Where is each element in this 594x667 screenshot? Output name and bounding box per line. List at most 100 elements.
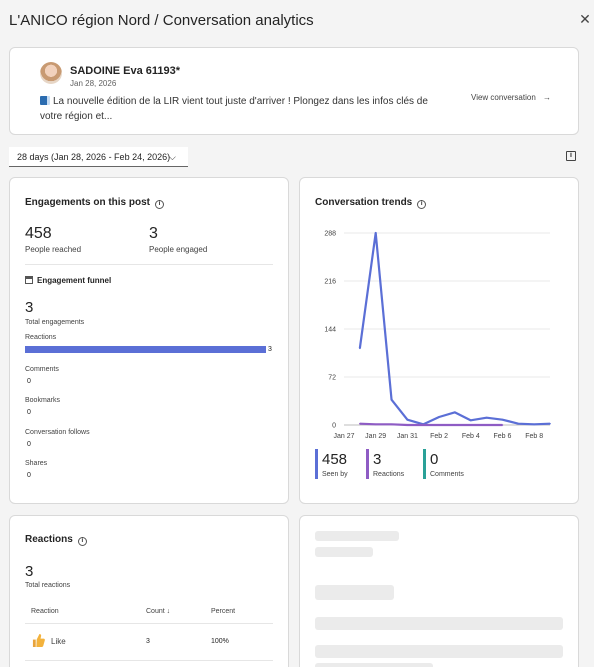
post-date: Jan 28, 2026	[70, 79, 117, 88]
comments-legend-bar	[423, 449, 426, 479]
data-point	[406, 418, 409, 421]
skeleton-line	[315, 585, 394, 600]
data-point	[406, 424, 409, 426]
people-engaged-value: 3	[149, 225, 158, 242]
trend-line-chart: 0 72 144 216 288 Jan 27 Jan 29 Jan 31 Feb 2 Feb 4…	[324, 231, 551, 440]
reaction-count: 3	[146, 638, 150, 645]
arrow-right-icon: →	[543, 93, 552, 102]
view-conversation-label: View conversation	[471, 93, 536, 102]
total-reactions-value: 3	[25, 563, 34, 580]
data-point	[501, 424, 504, 426]
loading-placeholder-card	[299, 515, 579, 667]
y-tick-label: 0	[332, 423, 336, 430]
reaction-percent: 100%	[211, 638, 229, 645]
data-point	[438, 416, 440, 418]
funnel-bookmarks-value: 0	[27, 409, 31, 416]
y-tick-label: 144	[324, 327, 336, 334]
divider	[25, 264, 273, 265]
funnel-shares-label: Shares	[25, 460, 48, 467]
data-point	[390, 423, 393, 426]
info-panel-icon[interactable]: i	[566, 151, 576, 161]
sort-down-icon: ↓	[166, 608, 171, 615]
reaction-name: Like	[51, 637, 66, 646]
reactions-title: Reactions i	[25, 534, 87, 546]
info-icon[interactable]: i	[77, 537, 87, 546]
x-tick-label: Feb 8	[525, 433, 543, 440]
funnel-reactions-value: 3	[268, 346, 272, 353]
data-point	[501, 418, 504, 421]
skeleton-line	[315, 547, 373, 557]
data-point	[374, 423, 377, 426]
column-header-percent: Percent	[211, 608, 236, 615]
data-point	[533, 423, 535, 426]
data-point	[485, 416, 488, 419]
x-tick-label: Feb 6	[494, 433, 512, 440]
skeleton-line	[315, 617, 563, 630]
total-engagements-value: 3	[25, 299, 34, 316]
engagement-funnel-heading: Engagement funnel	[25, 276, 111, 285]
total-engagements-label: Total engagements	[25, 319, 85, 326]
data-point	[359, 347, 361, 350]
post-card: SADOINE Eva 61193* Jan 28, 2026 La nouve…	[9, 47, 579, 135]
info-icon[interactable]: i	[155, 200, 165, 209]
period-label: 28 days (Jan 28, 2026 - Feb 24, 2026)	[17, 152, 171, 162]
funnel-reactions-label: Reactions	[25, 334, 57, 341]
data-point	[454, 424, 456, 426]
skeleton-line	[315, 663, 433, 667]
x-tick-label: Feb 4	[462, 433, 480, 440]
column-header-reaction: Reaction	[31, 608, 59, 615]
book-icon	[40, 96, 50, 105]
header-bar: L'ANICO région Nord / Conversation analy…	[0, 0, 594, 42]
comments-legend-label: Comments	[430, 471, 464, 478]
reactions-value: 3	[373, 451, 382, 468]
funnel-bookmarks-label: Bookmarks	[25, 397, 61, 404]
data-point	[359, 422, 361, 425]
close-icon[interactable]: ✕	[578, 12, 592, 26]
comments-value: 0	[430, 451, 439, 468]
divider	[25, 623, 273, 624]
reactions-legend-label: Reactions	[373, 471, 405, 478]
trends-title-text: Conversation trends	[315, 197, 413, 208]
period-dropdown[interactable]: 28 days (Jan 28, 2026 - Feb 24, 2026) ⌵	[9, 147, 188, 167]
seen-by-legend-bar	[315, 449, 318, 479]
total-reactions-label: Total reactions	[25, 582, 71, 589]
engagements-card: Engagements on this post i 458 People rea…	[9, 177, 289, 504]
engagements-title: Engagements on this post i	[25, 197, 165, 209]
post-text-line2: votre région et...	[40, 111, 113, 122]
reactions-legend-bar	[366, 449, 369, 479]
post-text: La nouvelle édition de la LIR vient tout…	[40, 94, 450, 124]
post-author: SADOINE Eva 61193*	[70, 65, 181, 77]
people-engaged-label: People engaged	[149, 245, 208, 254]
y-tick-label: 72	[328, 375, 336, 382]
data-point	[517, 422, 520, 425]
skeleton-line	[315, 531, 399, 541]
reactions-title-text: Reactions	[25, 534, 73, 545]
x-tick-label: Jan 27	[333, 433, 354, 440]
series-line-reactions	[359, 422, 503, 427]
chevron-down-icon: ⌵	[169, 152, 176, 162]
funnel-icon	[25, 276, 33, 284]
data-point	[454, 411, 456, 414]
funnel-comments-value: 0	[27, 378, 31, 385]
y-tick-label: 288	[324, 231, 336, 238]
seen-by-label: Seen by	[322, 471, 348, 478]
page-title: L'ANICO région Nord / Conversation analy…	[9, 12, 314, 29]
funnel-follows-value: 0	[27, 441, 31, 448]
count-header-text: Count	[146, 608, 165, 615]
engagement-funnel-title: Engagement funnel	[37, 276, 112, 285]
people-reached-value: 458	[25, 225, 52, 242]
x-tick-label: Jan 29	[365, 433, 386, 440]
view-conversation-link[interactable]: View conversation →	[471, 93, 551, 102]
data-point	[485, 424, 488, 426]
data-point	[469, 419, 472, 422]
y-tick-label: 216	[324, 279, 336, 286]
reactions-card: Reactions i 3 Total reactions Reaction Co…	[9, 515, 289, 667]
engagements-title-text: Engagements on this post	[25, 197, 151, 208]
funnel-follows-label: Conversation follows	[25, 429, 90, 436]
data-point	[469, 424, 472, 426]
column-header-count[interactable]: Count ↓	[146, 608, 170, 615]
info-icon[interactable]: i	[417, 200, 427, 209]
funnel-shares-value: 0	[27, 472, 31, 479]
x-tick-label: Feb 2	[430, 433, 448, 440]
data-point	[438, 424, 440, 426]
